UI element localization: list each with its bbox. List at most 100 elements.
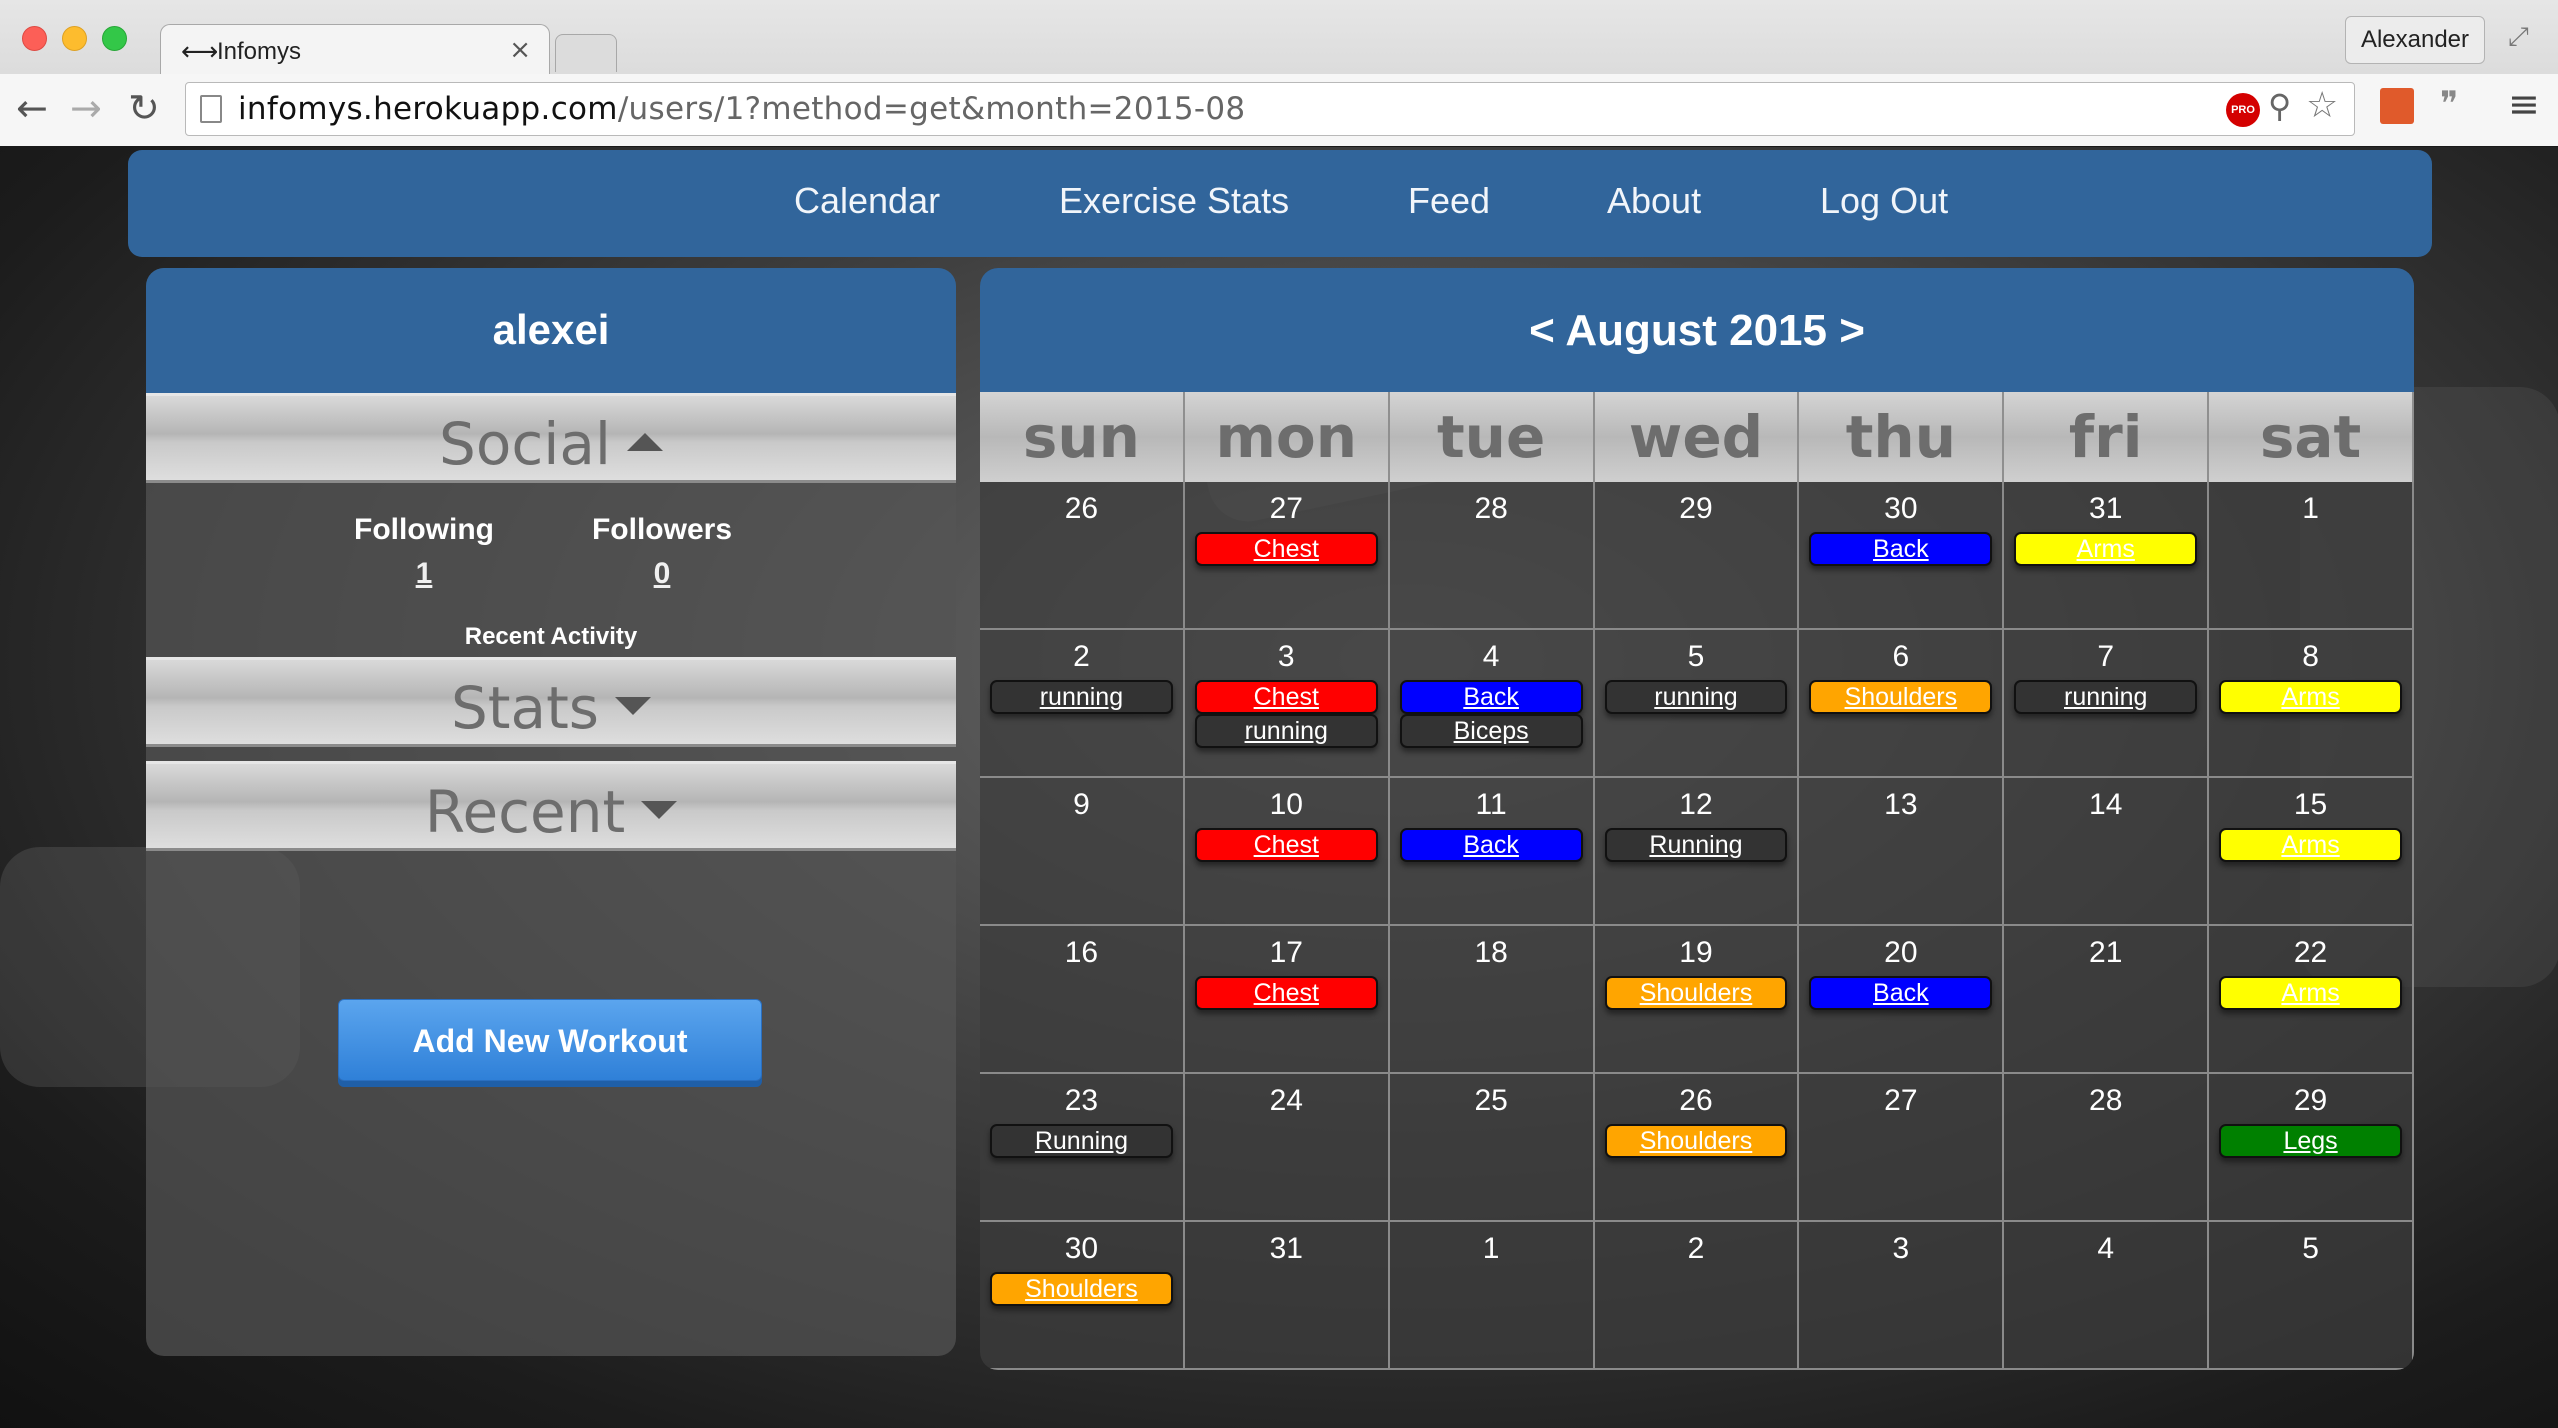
workout-event-link[interactable]: Arms	[2219, 976, 2402, 1010]
nav-exercise-stats-link[interactable]: Exercise Stats	[1059, 180, 1289, 222]
workout-event-link[interactable]: Shoulders	[1604, 1124, 1788, 1158]
reload-icon[interactable]: ↻	[128, 86, 160, 130]
back-arrow-icon[interactable]: ←	[16, 86, 48, 130]
calendar-day-cell[interactable]: 17 Chest	[1184, 926, 1390, 1074]
calendar-day-cell[interactable]: 21	[2004, 926, 2210, 1074]
workout-event-link[interactable]: Arms	[2219, 828, 2402, 862]
forward-arrow-icon[interactable]: →	[70, 86, 102, 130]
calendar-day-cell[interactable]: 10 Chest	[1184, 778, 1390, 926]
calendar-day-cell[interactable]: 1	[1389, 1222, 1595, 1370]
workout-event-link[interactable]: Chest	[1194, 976, 1378, 1010]
following-count-link[interactable]: 1	[346, 557, 502, 591]
calendar-day-cell[interactable]: 8 Arms	[2209, 630, 2414, 778]
calendar-day-cell[interactable]: 13	[1799, 778, 2005, 926]
calendar-day-cell[interactable]: 9	[980, 778, 1185, 926]
workout-event-link[interactable]: Shoulders	[1809, 680, 1993, 714]
address-bar[interactable]: infomys.herokuapp.com/users/1?method=get…	[185, 82, 2355, 136]
close-tab-icon[interactable]: ×	[509, 35, 531, 65]
add-new-workout-button[interactable]: Add New Workout	[338, 999, 762, 1081]
workout-event-link[interactable]: running	[1604, 680, 1788, 714]
calendar-day-cell[interactable]: 20 Back	[1799, 926, 2005, 1074]
calendar-day-cell[interactable]: 11 Back	[1389, 778, 1595, 926]
calendar-day-cell[interactable]: 4 Back Biceps	[1389, 630, 1595, 778]
workout-event-link[interactable]: Arms	[2014, 532, 2198, 566]
close-window-button[interactable]	[22, 26, 47, 51]
day-number: 15	[2293, 788, 2328, 821]
workout-event-link[interactable]: running	[990, 680, 1173, 714]
extension-icon[interactable]	[2380, 88, 2414, 124]
recent-accordion-header[interactable]: Recent	[146, 761, 956, 851]
maximize-window-button[interactable]	[102, 26, 127, 51]
workout-event-link[interactable]: Running	[1604, 828, 1788, 862]
calendar-day-cell[interactable]: 31 Arms	[2004, 482, 2210, 630]
calendar-day-cell[interactable]: 25	[1389, 1074, 1595, 1222]
minimize-window-button[interactable]	[62, 26, 87, 51]
workout-event-link[interactable]: Back	[1809, 532, 1993, 566]
calendar-day-cell[interactable]: 14	[2004, 778, 2210, 926]
calendar-day-cell[interactable]: 24	[1184, 1074, 1390, 1222]
calendar-day-cell[interactable]: 30 Shoulders	[980, 1222, 1185, 1370]
calendar-day-cell[interactable]: 26	[980, 482, 1185, 630]
menu-icon[interactable]: ≡	[2508, 82, 2540, 126]
workout-event-link[interactable]: running	[2014, 680, 2198, 714]
calendar-day-cell[interactable]: 6 Shoulders	[1799, 630, 2005, 778]
calendar-day-cell[interactable]: 19 Shoulders	[1594, 926, 1800, 1074]
workout-event-link[interactable]: Biceps	[1399, 714, 1583, 748]
workout-event-link[interactable]: Shoulders	[990, 1272, 1173, 1306]
calendar-day-cell[interactable]: 5	[2209, 1222, 2414, 1370]
workout-event-link[interactable]: Chest	[1194, 828, 1378, 862]
nav-logout-link[interactable]: Log Out	[1820, 180, 1948, 222]
workout-event-link[interactable]: Chest	[1194, 532, 1378, 566]
nav-about-link[interactable]: About	[1607, 180, 1701, 222]
workout-event-link[interactable]: Back	[1399, 828, 1583, 862]
calendar-day-cell[interactable]: 3	[1799, 1222, 2005, 1370]
day-number: 14	[2089, 788, 2123, 821]
social-accordion-header[interactable]: Social	[146, 393, 956, 483]
calendar-day-cell[interactable]: 12 Running	[1594, 778, 1800, 926]
calendar-day-cell[interactable]: 31	[1184, 1222, 1390, 1370]
followers-count-link[interactable]: 0	[582, 557, 742, 591]
fullscreen-icon[interactable]: ⤢	[2508, 22, 2529, 53]
workout-event-link[interactable]: Legs	[2219, 1124, 2402, 1158]
calendar-day-cell[interactable]: 15 Arms	[2209, 778, 2414, 926]
workout-event-link[interactable]: running	[1194, 714, 1378, 748]
url-text[interactable]: infomys.herokuapp.com/users/1?method=get…	[238, 91, 1245, 127]
nav-calendar-link[interactable]: Calendar	[794, 180, 940, 222]
calendar-day-cell[interactable]: 28	[1389, 482, 1595, 630]
day-number: 5	[2302, 1232, 2319, 1265]
calendar-day-cell[interactable]: 1	[2209, 482, 2414, 630]
browser-tab[interactable]: ⟷ Infomys ×	[160, 24, 550, 76]
calendar-day-cell[interactable]: 27 Chest	[1184, 482, 1390, 630]
bookmark-star-icon[interactable]: ☆	[2306, 85, 2338, 126]
workout-event-link[interactable]: Chest	[1194, 680, 1378, 714]
calendar-day-cell[interactable]: 4	[2004, 1222, 2210, 1370]
calendar-day-cell[interactable]: 30 Back	[1799, 482, 2005, 630]
calendar-month-title[interactable]: < August 2015 >	[980, 306, 2414, 356]
calendar-day-cell[interactable]: 28	[2004, 1074, 2210, 1222]
calendar-day-cell[interactable]: 23 Running	[980, 1074, 1185, 1222]
workout-event-link[interactable]: Running	[990, 1124, 1173, 1158]
calendar-day-cell[interactable]: 29	[1594, 482, 1800, 630]
new-tab-button[interactable]	[555, 34, 617, 72]
calendar-day-cell[interactable]: 16	[980, 926, 1185, 1074]
calendar-day-cell[interactable]: 7 running	[2004, 630, 2210, 778]
stats-accordion-header[interactable]: Stats	[146, 657, 956, 747]
calendar-day-cell[interactable]: 3 Chest running	[1184, 630, 1390, 778]
adblock-pro-icon[interactable]: PRO	[2226, 93, 2260, 127]
workout-event-link[interactable]: Back	[1809, 976, 1993, 1010]
calendar-day-cell[interactable]: 2	[1594, 1222, 1800, 1370]
calendar-day-cell[interactable]: 29 Legs	[2209, 1074, 2414, 1222]
quote-extension-icon[interactable]: ❞	[2440, 84, 2458, 124]
workout-event-link[interactable]: Shoulders	[1604, 976, 1788, 1010]
calendar-day-cell[interactable]: 5 running	[1594, 630, 1800, 778]
calendar-day-cell[interactable]: 18	[1389, 926, 1595, 1074]
workout-event-link[interactable]: Arms	[2219, 680, 2402, 714]
nav-feed-link[interactable]: Feed	[1408, 180, 1490, 222]
calendar-day-cell[interactable]: 27	[1799, 1074, 2005, 1222]
calendar-day-cell[interactable]: 2 running	[980, 630, 1185, 778]
calendar-day-cell[interactable]: 22 Arms	[2209, 926, 2414, 1074]
workout-event-link[interactable]: Back	[1399, 680, 1583, 714]
search-icon[interactable]: ⚲	[2268, 87, 2291, 125]
profile-button[interactable]: Alexander	[2345, 16, 2485, 64]
calendar-day-cell[interactable]: 26 Shoulders	[1594, 1074, 1800, 1222]
